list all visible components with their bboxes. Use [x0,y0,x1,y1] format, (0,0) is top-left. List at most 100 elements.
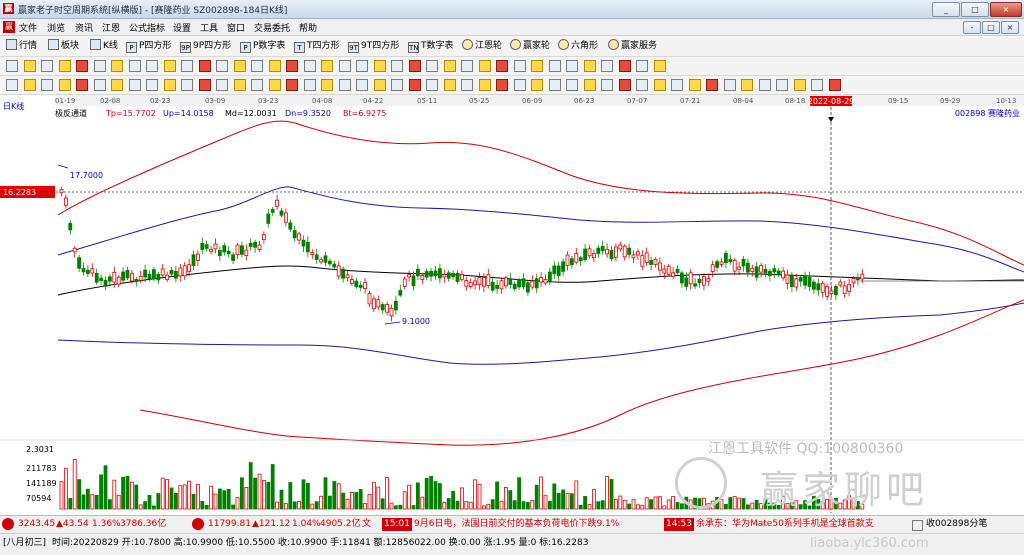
draw-tool-icon[interactable] [583,79,596,91]
maximize-button[interactable]: □ [961,2,989,17]
draw-tool-icon[interactable] [93,79,106,91]
menu-item-browse[interactable]: 浏览 [47,21,65,34]
draw-tool-icon[interactable] [496,79,508,91]
draw-tool-icon[interactable] [741,79,753,91]
draw-tool-icon[interactable] [111,79,123,91]
menu-item-tools[interactable]: 工具 [200,21,218,34]
draw-tool-icon[interactable] [321,79,333,91]
draw-tool-icon[interactable] [671,79,683,91]
draw-tool-icon[interactable] [706,79,718,91]
draw-tool-icon[interactable] [286,79,298,91]
menu-item-news[interactable]: 资讯 [75,21,93,34]
chart-tool-icon[interactable] [286,60,298,72]
draw-tool-icon[interactable] [723,79,736,91]
draw-tool-icon[interactable] [811,79,823,91]
chart-tool-icon[interactable] [338,60,351,72]
draw-tool-icon[interactable] [373,79,386,91]
tick-data-link[interactable]: 收002898分笔 [926,518,987,531]
chart-tool-icon[interactable] [531,60,543,72]
draw-tool-icon[interactable] [688,79,701,91]
chart-tool-icon[interactable] [163,60,176,72]
chart-tool-icon[interactable] [478,60,491,72]
draw-tool-icon[interactable] [181,79,193,91]
toolbar-quotes-button[interactable]: 行情 [6,39,37,53]
chart-tool-icon[interactable] [408,60,421,72]
toolbar-hexagon-button[interactable]: 六角形 [558,39,598,53]
chart-tool-icon[interactable] [548,60,561,72]
chart-tool-icon[interactable] [496,60,508,72]
chart-tool-icon[interactable] [198,60,211,72]
chart-tool-icon[interactable] [303,60,316,72]
chart-tool-icon[interactable] [443,60,456,72]
chart-tool-icon[interactable] [233,60,246,72]
toolbar-sectors-button[interactable]: 板块 [48,39,79,53]
chart-tool-icon[interactable] [513,60,526,72]
draw-tool-icon[interactable] [41,79,53,91]
draw-tool-icon[interactable] [531,79,543,91]
draw-tool-icon[interactable] [198,79,211,91]
chart-tool-icon[interactable] [146,60,158,72]
chart-tool-icon[interactable] [321,60,333,72]
draw-tool-icon[interactable] [758,79,771,91]
draw-tool-icon[interactable] [303,79,316,91]
menu-item-gann[interactable]: 江恩 [102,21,120,34]
chart-tool-icon[interactable] [373,60,386,72]
chart-tool-icon[interactable] [181,60,193,72]
chart-tool-icon[interactable] [601,60,613,72]
news-ticker-2[interactable]: 余承东：华为Mate50系列手机是全球首款支 [696,518,910,531]
child-restore-button[interactable]: □ [982,21,1000,34]
draw-tool-icon[interactable] [566,79,578,91]
chart-tool-icon[interactable] [583,60,596,72]
draw-tool-icon[interactable] [268,79,281,91]
draw-tool-icon[interactable] [793,79,806,91]
toolbar-9t-square-button[interactable]: 9T 9T四方形 [348,39,399,53]
close-button[interactable]: × [990,2,1022,17]
chart-tool-icon[interactable] [618,60,631,72]
chart-tool-icon[interactable] [128,60,141,72]
toolbar-winner-wheel-button[interactable]: 赢家轮 [510,39,550,53]
draw-tool-icon[interactable] [338,79,351,91]
chart-tool-icon[interactable] [566,60,578,72]
toolbar-kline-button[interactable]: K线 [90,39,118,53]
draw-tool-icon[interactable] [478,79,491,91]
toolbar-winner-service-button[interactable]: 赢家服务 [608,39,657,53]
draw-tool-icon[interactable] [513,79,526,91]
menu-item-formula[interactable]: 公式指标 [129,21,165,34]
toolbar-p-square-button[interactable]: P P四方形 [126,39,171,53]
chart-tool-icon[interactable] [251,60,263,72]
draw-tool-icon[interactable] [146,79,158,91]
draw-tool-icon[interactable] [618,79,631,91]
draw-tool-icon[interactable] [653,79,666,91]
child-minimize-button[interactable]: - [963,21,981,34]
chart-tool-icon[interactable] [426,60,438,72]
chart-tool-icon[interactable] [23,60,36,72]
chart-tool-icon[interactable] [653,60,666,72]
chart-tool-icon[interactable] [111,60,123,72]
draw-tool-icon[interactable] [58,79,71,91]
draw-tool-icon[interactable] [548,79,561,91]
draw-tool-icon[interactable] [776,79,788,91]
chart-area[interactable]: 01-19 02-08 02-23 03-09 03-23 04-08 04-22 05-11… [0,95,1024,513]
draw-tool-icon[interactable] [6,79,18,91]
chart-tool-icon[interactable] [391,60,403,72]
menu-item-help[interactable]: 帮助 [299,21,317,34]
draw-tool-icon[interactable] [601,79,613,91]
chart-tool-icon[interactable] [216,60,228,72]
menu-item-file[interactable]: 文件 [19,21,37,34]
minimize-button[interactable]: _ [932,2,960,17]
draw-tool-icon[interactable] [216,79,228,91]
draw-tool-icon[interactable] [233,79,246,91]
toolbar-t-square-button[interactable]: T T四方形 [294,39,340,53]
menu-item-settings[interactable]: 设置 [173,21,191,34]
draw-tool-icon[interactable] [391,79,403,91]
draw-tool-icon[interactable] [76,79,88,91]
chart-tool-icon[interactable] [636,60,648,72]
toolbar-p-number-table-button[interactable]: P P数字表 [240,39,285,53]
draw-tool-icon[interactable] [461,79,473,91]
draw-tool-icon[interactable] [251,79,263,91]
chart-tool-icon[interactable] [93,60,106,72]
draw-tool-icon[interactable] [828,79,841,91]
draw-tool-icon[interactable] [636,79,648,91]
draw-tool-icon[interactable] [408,79,421,91]
toolbar-t-number-table-button[interactable]: TN T数字表 [408,39,454,53]
